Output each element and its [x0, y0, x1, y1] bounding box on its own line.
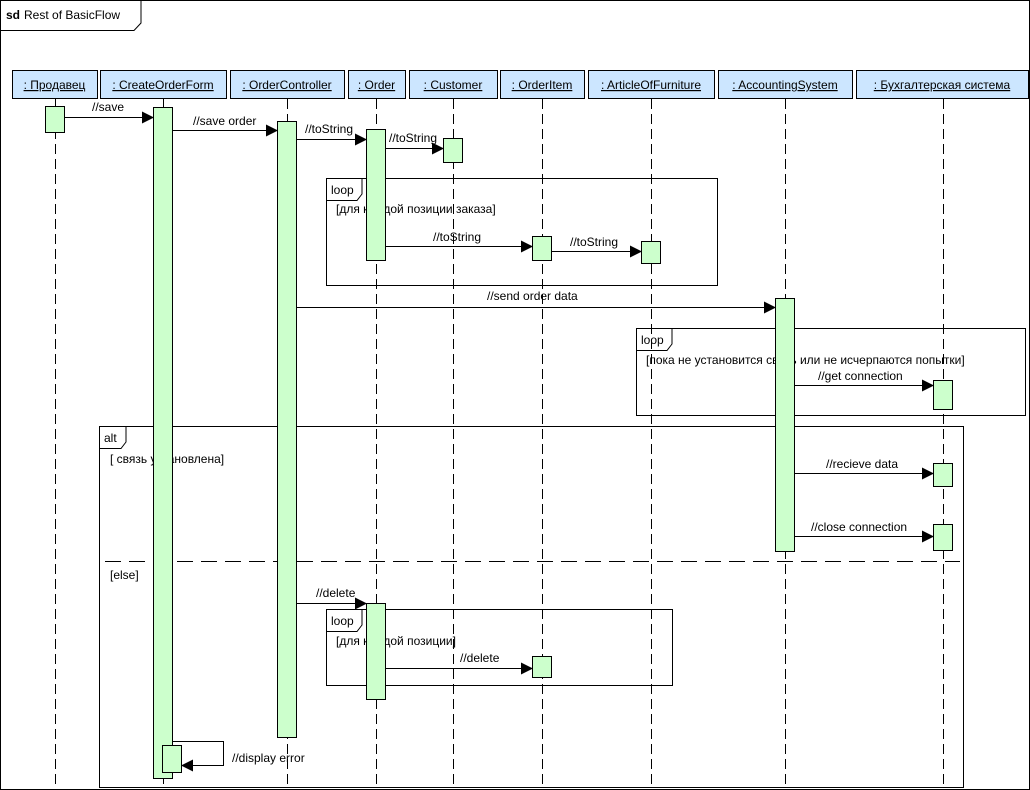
message-label: //display error: [232, 751, 305, 765]
fragment-guard: [для каждой позиции заказа]: [336, 202, 496, 216]
fragment-guard: [для каждой позиции]: [336, 634, 456, 648]
message-accountingsystem-to-buhsystem: //recieve data: [795, 457, 934, 480]
message-label: //delete: [316, 586, 356, 600]
message-accountingsystem-to-buhsystem: //close connection: [795, 520, 934, 543]
fragment-border: [99, 426, 964, 788]
message-order-to-orderitem: //toString: [386, 230, 533, 253]
activation-bar-buhsystem: [933, 524, 953, 551]
lifeline-label: : Продавец: [24, 78, 86, 92]
lifeline-label: : CreateOrderForm: [112, 78, 213, 92]
message-label: //toString: [305, 122, 353, 136]
message-label: //toString: [570, 235, 618, 249]
activation-bar-orderitem: [532, 236, 552, 261]
activation-bar-ordercontroller: [277, 121, 297, 738]
activation-bar-createorderform: [153, 107, 173, 779]
lifeline-label: : OrderItem: [512, 78, 573, 92]
activation-bar-order: [366, 603, 386, 700]
activation-bar-accountingsystem: [775, 298, 795, 552]
fragment-else-guard: [else]: [110, 568, 139, 582]
message-ordercontroller-to-order: //toString: [297, 122, 367, 146]
fragment-operator: loop: [331, 614, 354, 628]
lifeline-label: : ArticleOfFurniture: [601, 78, 701, 92]
message-orderitem-to-articleoffurniture: //toString: [552, 235, 642, 258]
message-label: //save order: [193, 114, 256, 128]
fragment-guard: [пока не установится связь или не исчерп…: [646, 353, 965, 367]
activation-bar-customer: [443, 138, 463, 163]
activation-bar-buhsystem: [933, 463, 953, 487]
message-label: //toString: [389, 131, 437, 145]
activation-bar-buhsystem: [933, 380, 953, 410]
fragment-alt: alt[ связь установлена][else]: [99, 426, 964, 788]
message-order-to-customer: //toString: [386, 131, 444, 155]
lifeline-label: : OrderController: [242, 78, 331, 92]
fragment-operator: alt: [104, 431, 117, 445]
lifeline-buhsystem: : Бухгалтерская система: [856, 70, 1029, 790]
message-accountingsystem-to-buhsystem: //get connection: [795, 369, 934, 392]
fragment-operator: loop: [641, 333, 664, 347]
fragment-operator: loop: [331, 183, 354, 197]
lifeline-label: : Customer: [424, 78, 483, 92]
message-label: //close connection: [811, 520, 907, 534]
message-createorderform-to-createorderform: //display error: [173, 741, 305, 772]
message-order-to-orderitem: //delete: [386, 651, 533, 675]
activation-bar-order: [366, 129, 386, 261]
message-ordercontroller-to-order: //delete: [297, 586, 367, 610]
activation-bar-createorderform: [162, 745, 182, 773]
lifeline-label: : Бухгалтерская система: [874, 78, 1011, 92]
frame-title-tab: [0, 0, 142, 31]
lifeline-label: : Order: [358, 78, 395, 92]
message-label: //delete: [460, 651, 500, 665]
activation-bar-articleoffurniture: [641, 241, 661, 264]
activation-bar-orderitem: [532, 656, 552, 678]
lifeline-label: : AccountingSystem: [732, 78, 837, 92]
message-label: //recieve data: [826, 457, 898, 471]
lifeline-prodavets: : Продавец: [12, 70, 98, 790]
message-label: //send order data: [487, 289, 578, 303]
sequence-diagram: : Продавец : CreateOrderForm : OrderContro…: [0, 0, 1030, 790]
message-label: //save: [92, 100, 124, 114]
message-label: //toString: [433, 230, 481, 244]
message-label: //get connection: [818, 369, 903, 383]
message-prodavets-to-createorderform: //save: [65, 100, 154, 124]
message-createorderform-to-ordercontroller: //save order: [173, 114, 278, 137]
message-ordercontroller-to-accountingsystem: //send order data: [297, 289, 776, 314]
activation-bar-prodavets: [45, 106, 65, 133]
